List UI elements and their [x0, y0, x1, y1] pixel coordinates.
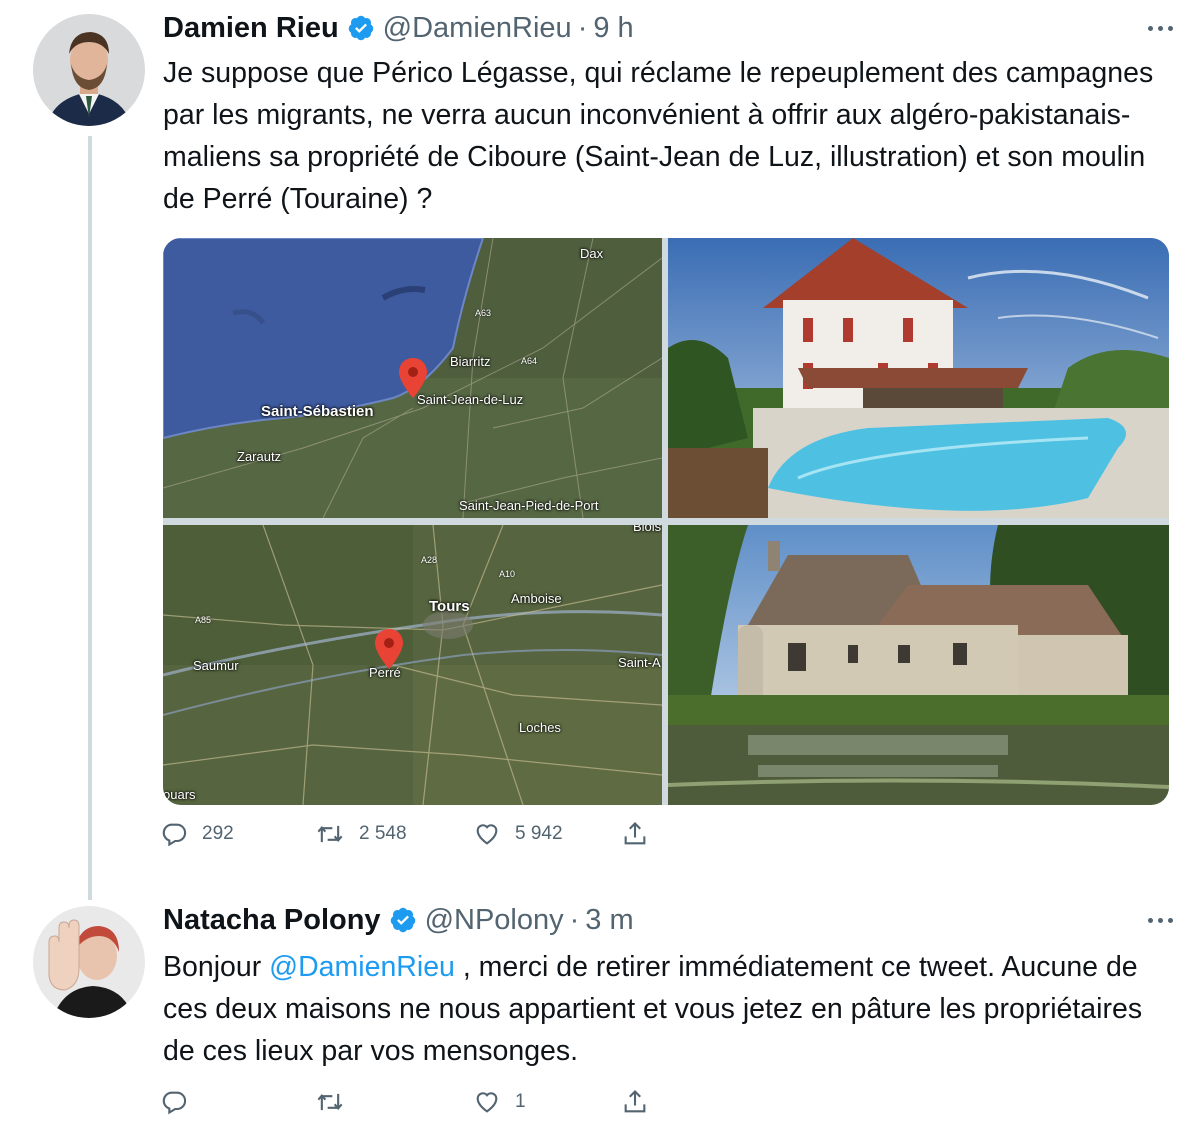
- map-saint-jean-de-luz[interactable]: Dax A63 Biarritz A64 Saint-Jean-de-Luz S…: [163, 238, 662, 518]
- map-label: Saint-A: [618, 655, 661, 670]
- author-handle[interactable]: @NPolony: [425, 904, 564, 937]
- map-label: Saint-Sébastien: [261, 403, 374, 420]
- mention-link[interactable]: @DamienRieu: [269, 951, 455, 983]
- map-label: A85: [195, 615, 212, 625]
- share-icon: [624, 822, 646, 845]
- separator: ·: [569, 903, 580, 936]
- like-count: 5 942: [515, 823, 563, 844]
- media-grid[interactable]: Dax A63 Biarritz A64 Saint-Jean-de-Luz S…: [163, 238, 1169, 805]
- tweet-header: Natacha Polony @NPolony · 3 m: [163, 900, 634, 940]
- tweet-actions: 292 2 548 5 942: [160, 820, 649, 848]
- tweet-text-start: Bonjour: [163, 951, 270, 983]
- separator: ·: [577, 11, 588, 44]
- retweet-button[interactable]: [315, 1088, 473, 1116]
- tweet-text: Bonjour @DamienRieu , merci de retirer i…: [163, 946, 1173, 1072]
- map-label: Saint-Jean-de-Luz: [417, 392, 524, 407]
- share-button[interactable]: [621, 820, 649, 848]
- tweet-header: Damien Rieu @DamienRieu · 9 h: [163, 8, 634, 48]
- reply-button[interactable]: [160, 1088, 315, 1116]
- reply-icon: [162, 1091, 187, 1115]
- reply-icon: [162, 823, 187, 847]
- verified-badge-icon: [389, 906, 417, 934]
- map-label: ouars: [163, 787, 196, 802]
- verified-badge-icon: [347, 14, 375, 42]
- retweet-button[interactable]: 2 548: [315, 820, 473, 848]
- timestamp[interactable]: 3 m: [585, 904, 633, 937]
- avatar[interactable]: [33, 14, 145, 126]
- tweet-actions: 1: [160, 1088, 649, 1116]
- retweet-count: 2 548: [359, 823, 407, 844]
- author-handle[interactable]: @DamienRieu: [383, 12, 572, 45]
- map-perre[interactable]: Blois A28 A10 Tours Amboise A85 Saumur P…: [163, 525, 662, 805]
- share-button[interactable]: [621, 1088, 649, 1116]
- map-label: Biarritz: [450, 354, 491, 369]
- reply-count: 292: [202, 823, 234, 844]
- map-label: A64: [521, 356, 538, 366]
- map-label: Amboise: [511, 591, 562, 606]
- timestamp[interactable]: 9 h: [593, 12, 633, 45]
- map-label: Saint-Jean-Pied-de-Port: [459, 498, 599, 513]
- map-pin-icon: [399, 358, 427, 398]
- like-count: 1: [515, 1091, 526, 1112]
- map-label: Blois: [633, 525, 662, 534]
- like-button[interactable]: 5 942: [473, 820, 621, 848]
- author-name[interactable]: Damien Rieu: [163, 12, 339, 45]
- map-pin-icon: [375, 629, 403, 669]
- share-icon: [624, 1090, 646, 1113]
- more-options-icon[interactable]: [1140, 910, 1180, 930]
- tweet-text: Je suppose que Périco Légasse, qui récla…: [163, 57, 1154, 215]
- tweet-natacha-polony[interactable]: Natacha Polony @NPolony · 3 m Bonjour @D…: [0, 890, 1200, 1130]
- reply-button[interactable]: 292: [160, 820, 315, 848]
- heart-icon: [476, 824, 498, 845]
- like-button[interactable]: 1: [473, 1088, 621, 1116]
- tweet-damien-rieu[interactable]: Damien Rieu @DamienRieu · 9 h Je suppose…: [0, 0, 1200, 890]
- map-label: Dax: [580, 246, 604, 261]
- retweet-icon: [317, 1093, 343, 1111]
- author-name[interactable]: Natacha Polony: [163, 904, 381, 937]
- heart-icon: [476, 1092, 498, 1113]
- map-label: Zarautz: [237, 449, 282, 464]
- map-label: Saumur: [193, 658, 239, 673]
- map-label: A28: [421, 555, 438, 565]
- map-label: Loches: [519, 720, 561, 735]
- more-options-icon[interactable]: [1140, 18, 1180, 38]
- map-label: A63: [475, 308, 492, 318]
- retweet-icon: [317, 825, 343, 843]
- map-label: A10: [499, 569, 516, 579]
- map-label: Tours: [429, 598, 470, 615]
- photo-mill[interactable]: [668, 525, 1169, 805]
- photo-house-pool[interactable]: [668, 238, 1169, 518]
- avatar[interactable]: [33, 906, 145, 1018]
